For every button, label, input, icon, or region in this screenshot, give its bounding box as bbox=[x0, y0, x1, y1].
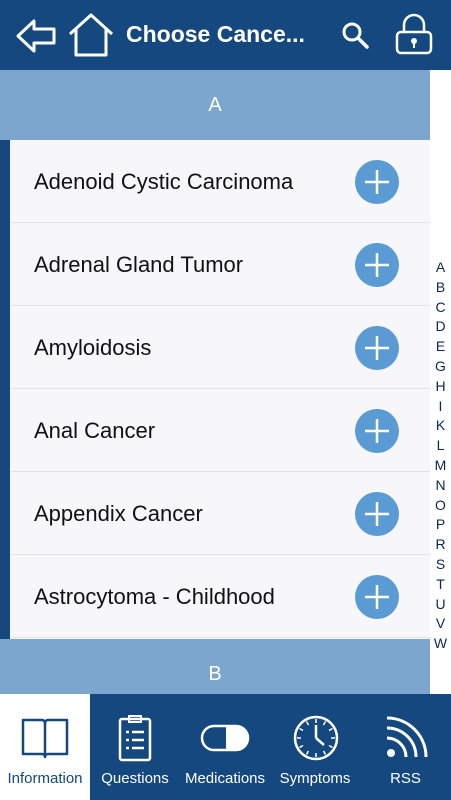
add-button[interactable] bbox=[355, 160, 399, 204]
list-item[interactable]: Anal Cancer bbox=[11, 389, 430, 472]
home-icon[interactable] bbox=[66, 12, 116, 58]
tab-label: RSS bbox=[390, 770, 421, 787]
back-arrow-icon[interactable] bbox=[14, 16, 58, 56]
index-letter-g[interactable]: G bbox=[430, 357, 451, 377]
index-letter-w[interactable]: W bbox=[430, 634, 451, 654]
search-icon[interactable] bbox=[340, 20, 370, 50]
index-letter-o[interactable]: O bbox=[430, 496, 451, 516]
index-letter-n[interactable]: N bbox=[430, 476, 451, 496]
list-item-label: Astrocytoma - Childhood bbox=[34, 584, 275, 609]
add-button[interactable] bbox=[355, 243, 399, 287]
list-item-label: Amyloidosis bbox=[34, 335, 152, 360]
plus-icon bbox=[365, 419, 389, 443]
plus-icon bbox=[365, 170, 389, 194]
section-header-b: B bbox=[0, 639, 430, 694]
plus-icon bbox=[365, 336, 389, 360]
list-item-label: Adenoid Cystic Carcinoma bbox=[34, 169, 294, 194]
tab-label: Questions bbox=[101, 770, 169, 787]
tab-rss[interactable]: RSS bbox=[360, 694, 451, 800]
list-item-label: Appendix Cancer bbox=[34, 501, 203, 526]
index-letter-b[interactable]: B bbox=[430, 278, 451, 298]
index-letter-a[interactable]: A bbox=[430, 258, 451, 278]
index-letter-m[interactable]: M bbox=[430, 456, 451, 476]
add-button[interactable] bbox=[355, 575, 399, 619]
index-letter-p[interactable]: P bbox=[430, 515, 451, 535]
index-letter-i[interactable]: I bbox=[430, 397, 451, 417]
list-item-label: Adrenal Gland Tumor bbox=[34, 252, 244, 277]
index-letter-k[interactable]: K bbox=[430, 416, 451, 436]
cancer-list: Adenoid Cystic Carcinoma Adrenal Gland T… bbox=[11, 140, 430, 638]
index-letter-c[interactable]: C bbox=[430, 298, 451, 318]
index-letter-t[interactable]: T bbox=[430, 575, 451, 595]
tab-medications[interactable]: Medications bbox=[180, 694, 270, 800]
clipboard-icon bbox=[118, 715, 152, 762]
section-header-a: A bbox=[0, 70, 430, 140]
book-icon bbox=[21, 718, 69, 759]
lock-icon[interactable] bbox=[392, 12, 436, 56]
alphabet-index[interactable]: ABCDEGHIKLMNOPRSTUVW bbox=[430, 70, 451, 694]
section-accent-strip bbox=[0, 140, 10, 639]
alphabet-index-letters: ABCDEGHIKLMNOPRSTUVW bbox=[430, 258, 451, 654]
index-letter-s[interactable]: S bbox=[430, 555, 451, 575]
tab-symptoms[interactable]: Symptoms bbox=[270, 694, 360, 800]
list-item[interactable]: Adenoid Cystic Carcinoma bbox=[11, 140, 430, 223]
list-item[interactable]: Astrocytoma - Childhood bbox=[11, 555, 430, 638]
top-bar: Choose Cance... bbox=[0, 0, 451, 70]
page-title: Choose Cance... bbox=[126, 21, 305, 47]
list-item[interactable]: Appendix Cancer bbox=[11, 472, 430, 555]
list-item[interactable]: Amyloidosis bbox=[11, 306, 430, 389]
list-item-label: Anal Cancer bbox=[34, 418, 156, 443]
plus-icon bbox=[365, 585, 389, 609]
add-button[interactable] bbox=[355, 409, 399, 453]
list-item[interactable]: Adrenal Gland Tumor bbox=[11, 223, 430, 306]
index-letter-r[interactable]: R bbox=[430, 535, 451, 555]
plus-icon bbox=[365, 502, 389, 526]
tab-label: Symptoms bbox=[279, 770, 351, 787]
section-letter: A bbox=[208, 94, 222, 116]
tab-label: Medications bbox=[184, 770, 266, 787]
add-button[interactable] bbox=[355, 492, 399, 536]
plus-icon bbox=[365, 253, 389, 277]
add-button[interactable] bbox=[355, 326, 399, 370]
index-letter-l[interactable]: L bbox=[430, 436, 451, 456]
tab-information[interactable]: Information bbox=[0, 694, 90, 800]
index-letter-h[interactable]: H bbox=[430, 377, 451, 397]
index-letter-e[interactable]: E bbox=[430, 337, 451, 357]
rss-icon bbox=[386, 716, 428, 758]
tab-questions[interactable]: Questions bbox=[90, 694, 180, 800]
tab-label: Information bbox=[7, 770, 83, 787]
clock-icon bbox=[293, 715, 339, 761]
pill-icon bbox=[200, 724, 250, 752]
index-letter-v[interactable]: V bbox=[430, 614, 451, 634]
index-letter-d[interactable]: D bbox=[430, 317, 451, 337]
bottom-tab-bar: Information Questions Medications Sympto… bbox=[0, 694, 451, 800]
index-letter-u[interactable]: U bbox=[430, 595, 451, 615]
